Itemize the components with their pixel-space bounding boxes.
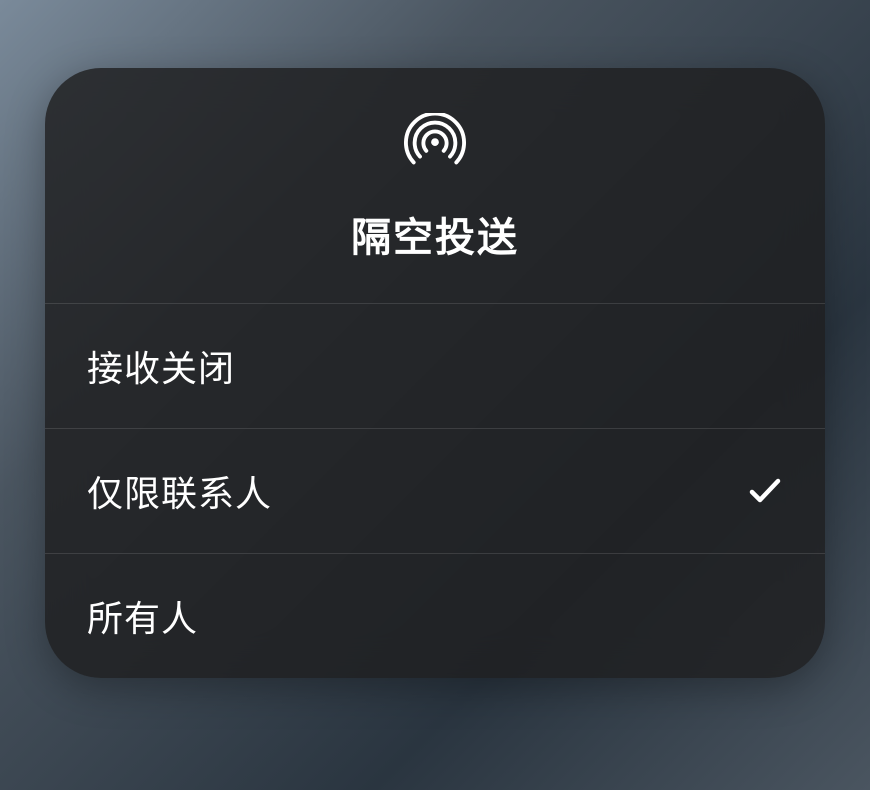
checkmark-icon	[747, 473, 783, 509]
option-label: 仅限联系人	[87, 465, 272, 517]
options-list: 接收关闭 仅限联系人 所有人	[45, 304, 825, 678]
option-everyone[interactable]: 所有人	[45, 554, 825, 678]
panel-title: 隔空投送	[351, 205, 519, 263]
panel-header: 隔空投送	[45, 68, 825, 304]
airdrop-icon	[404, 113, 466, 180]
option-receiving-off[interactable]: 接收关闭	[45, 304, 825, 429]
airdrop-panel: 隔空投送 接收关闭 仅限联系人 所有人	[45, 68, 825, 678]
option-contacts-only[interactable]: 仅限联系人	[45, 429, 825, 554]
option-label: 所有人	[87, 590, 198, 642]
option-label: 接收关闭	[87, 340, 235, 392]
